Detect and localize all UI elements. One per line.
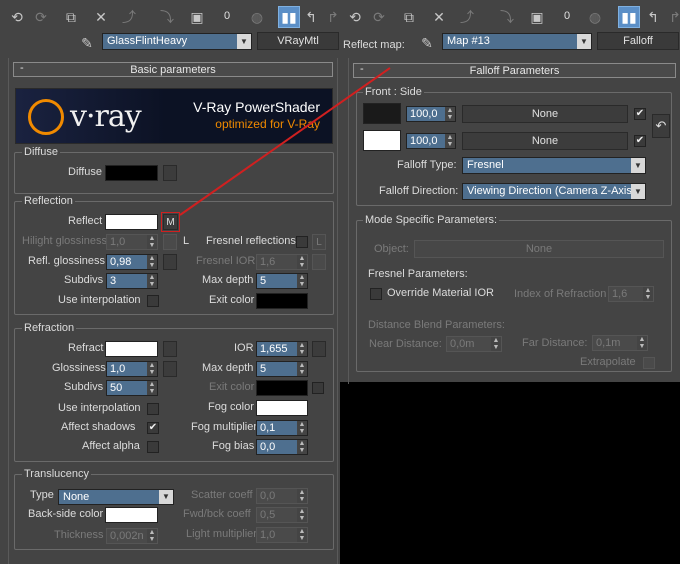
- annotation-arrow: [179, 67, 391, 216]
- annotation-line: [179, 67, 391, 216]
